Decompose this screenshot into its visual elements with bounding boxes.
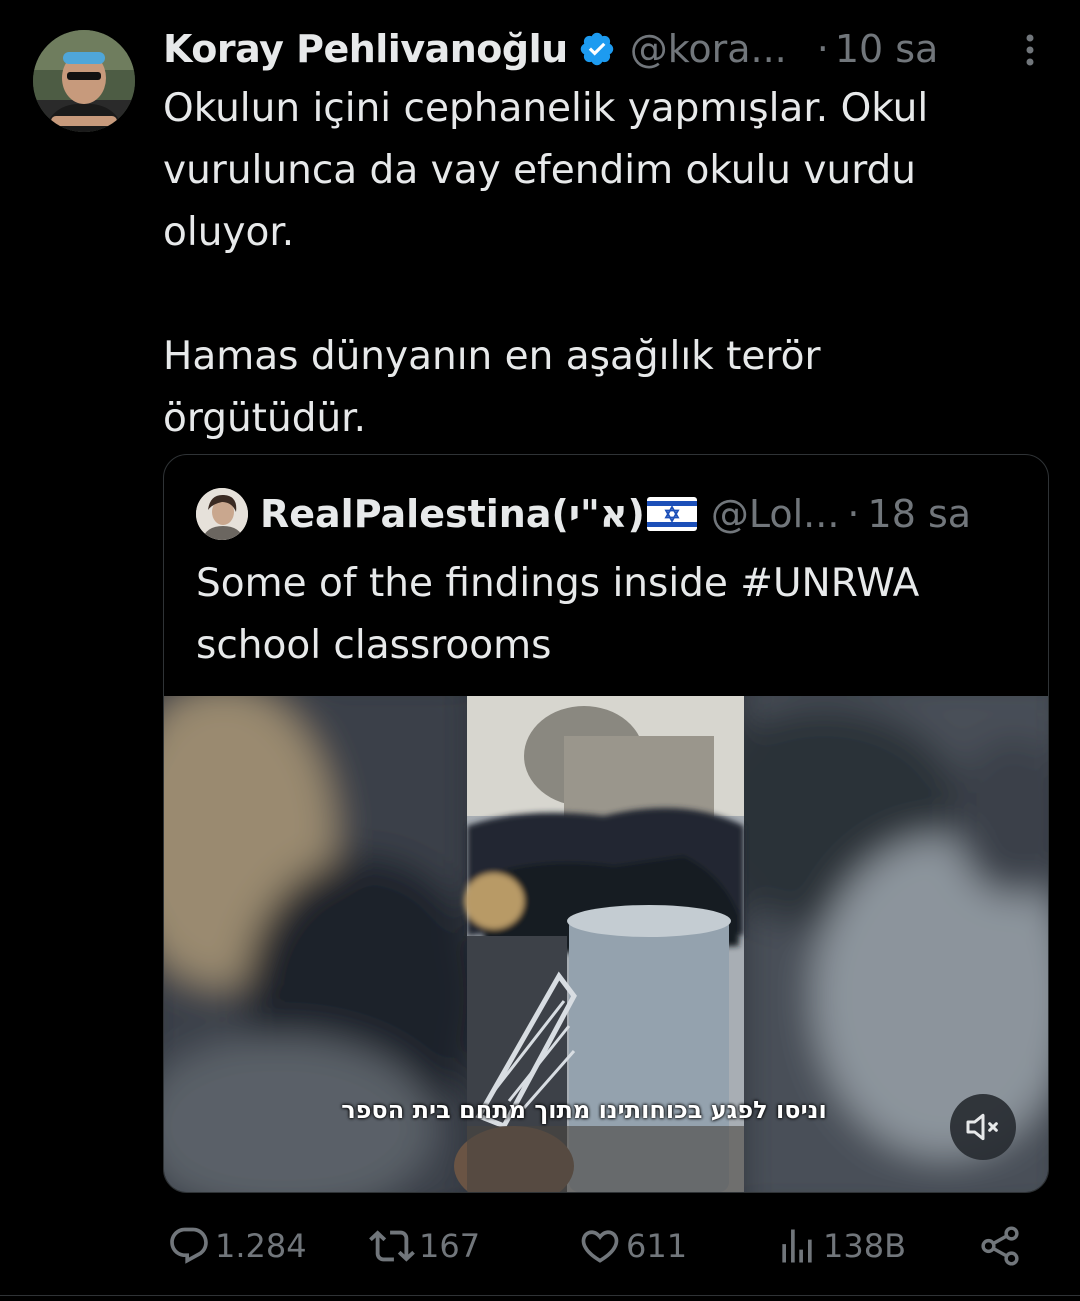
like-button[interactable]: 611 [578, 1218, 687, 1274]
repost-button[interactable]: 167 [369, 1218, 480, 1274]
views-count: 138B [823, 1227, 907, 1265]
mute-button[interactable] [950, 1094, 1016, 1160]
share-button[interactable] [977, 1218, 1027, 1274]
time-separator: · [816, 27, 829, 71]
quoted-tweet-time[interactable]: 18 sa [868, 492, 972, 536]
quoted-author-avatar[interactable] [196, 488, 248, 540]
quoted-time-separator: · [847, 492, 860, 536]
muted-speaker-icon [966, 1113, 998, 1141]
heart-icon [581, 1230, 619, 1263]
quoted-author-handle[interactable]: @Lol... [711, 492, 840, 536]
reply-icon [170, 1227, 208, 1264]
quoted-tweet-header: RealPalestina(א"י) @Lol... · 18 sa [196, 485, 1018, 543]
more-dots-icon[interactable] [1020, 30, 1040, 70]
video-player[interactable]: וניסו לפגע בכוחותינו מתוך מתחם בית הספר [164, 696, 1048, 1192]
verified-badge-icon[interactable] [578, 30, 616, 68]
views-chart-icon [782, 1229, 812, 1263]
tweet-actions-bar: 1.284 167 611 138B [163, 1218, 1033, 1274]
israel-flag-icon [646, 497, 697, 531]
author-handle[interactable]: @kora... [630, 27, 787, 71]
share-icon [981, 1226, 1019, 1266]
quoted-tweet-text: Some of the findings inside #UNRWA schoo… [196, 561, 920, 668]
reply-count: 1.284 [215, 1227, 307, 1265]
tweet-header: Koray Pehlivanoğlu @kora... · 10 sa [163, 24, 1050, 74]
reply-button[interactable]: 1.284 [167, 1218, 307, 1274]
author-name[interactable]: Koray Pehlivanoğlu [163, 27, 568, 71]
quoted-author-name[interactable]: RealPalestina(א"י) [260, 492, 645, 536]
views-button[interactable]: 138B [775, 1218, 906, 1274]
repost-count: 167 [419, 1227, 481, 1265]
tweet-text: Okulun içini cephanelik yapmışlar. Okul … [163, 86, 929, 441]
quoted-tweet[interactable]: RealPalestina(א"י) @Lol... · 18 sa Some … [163, 454, 1049, 1193]
like-count: 611 [626, 1227, 688, 1265]
author-avatar[interactable] [33, 30, 135, 132]
video-subtitle: וניסו לפגע בכוחותינו מתוך מתחם בית הספר [341, 1096, 827, 1124]
tweet-divider [0, 1295, 1080, 1296]
repost-icon [369, 1230, 415, 1262]
tweet-time[interactable]: 10 sa [835, 27, 939, 71]
